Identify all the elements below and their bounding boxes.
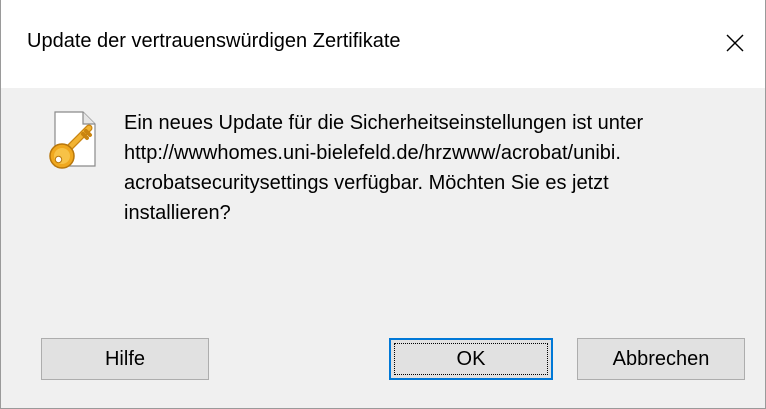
dialog-title: Update der vertrauenswürdigen Zertifikat… <box>27 30 401 52</box>
ok-button[interactable]: OK <box>389 338 553 380</box>
message-line: Ein neues Update für die Sicherheitseins… <box>124 112 644 134</box>
message-line: http://wwwhomes.uni-bielefeld.de/hrzwww/… <box>124 142 621 164</box>
ok-button-label: OK <box>456 347 486 370</box>
certificate-key-icon <box>45 110 101 172</box>
message-line: acrobatsecuritysettings verfügbar. Möcht… <box>124 172 609 194</box>
title-bar[interactable]: Update der vertrauenswürdigen Zertifikat… <box>1 0 765 88</box>
close-icon <box>726 34 744 52</box>
message-line: installieren? <box>124 202 231 224</box>
dialog-body: Ein neues Update für die Sicherheitseins… <box>1 88 765 408</box>
dialog-window: Update der vertrauenswürdigen Zertifikat… <box>0 0 766 409</box>
close-button[interactable] <box>705 0 765 86</box>
cancel-button[interactable]: Abbrechen <box>577 338 745 380</box>
dialog-message: Ein neues Update für die Sicherheitseins… <box>124 108 754 228</box>
help-button[interactable]: Hilfe <box>41 338 209 380</box>
